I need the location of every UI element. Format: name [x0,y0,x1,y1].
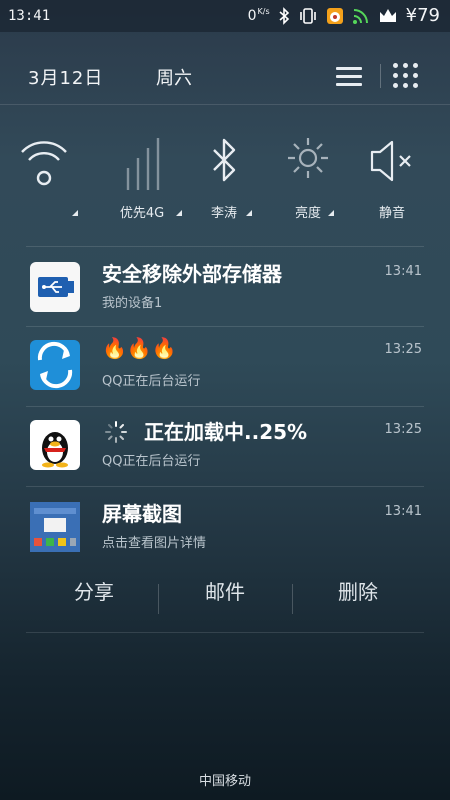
notification-title: 屏幕截图 [102,502,182,526]
notification-subtitle: QQ正在后台运行 [102,454,201,469]
notification-time: 13:25 [384,342,422,357]
grid-dot-icon [413,83,418,88]
signal-bars-icon [126,138,160,190]
quick-toggles: 优先4G 李涛 亮度 静音 [0,128,450,228]
header-row: 3月12日 周六 [0,50,450,102]
sync-app-icon [30,340,80,390]
share-button[interactable]: 分享 [34,576,154,605]
notification-separator [26,486,424,487]
corner-indicator-icon [328,210,334,216]
corner-indicator-icon [72,210,78,216]
crown-icon [379,8,396,22]
bluetooth-status-icon [279,6,289,25]
alarm-app-icon [326,7,343,24]
notification-title: 🔥🔥🔥 [102,336,177,360]
grid-dot-icon [393,73,398,78]
qq-penguin-icon [30,420,80,470]
weekday-label: 周六 [156,68,192,89]
vibrate-icon [299,7,316,24]
grid-dot-icon [393,63,398,68]
notification-usb[interactable]: 安全移除外部存储器 我的设备1 13:41 [0,248,450,326]
brightness-icon [288,138,328,178]
wifi-status-icon [352,8,368,24]
toggles-separator [26,246,424,247]
header-separator [0,104,450,105]
grid-dot-icon [403,83,408,88]
notification-screenshot[interactable]: 屏幕截图 点击查看图片详情 13:41 [0,488,450,566]
balance-text: ¥79 [405,5,440,26]
network-speed: 0 K/s [247,6,270,24]
wifi-icon [21,141,67,186]
toggle-label: 静音 [378,206,405,221]
grid-dot-icon [393,83,398,88]
action-divider [292,584,293,614]
notification-subtitle: QQ正在后台运行 [102,374,201,389]
grid-menu-button[interactable] [392,62,420,90]
carrier-label: 中国移动 [198,774,251,789]
bluetooth-icon [213,138,236,182]
mute-icon [370,140,411,182]
toggle-label: 优先4G [119,206,165,221]
grid-dot-icon [403,63,408,68]
toggle-brightness[interactable]: 亮度 [266,128,350,228]
notification-time: 13:25 [384,422,422,437]
network-speed-unit: K/s [257,6,270,16]
corner-indicator-icon [246,210,252,216]
screenshot-actions: 分享 邮件 删除 [0,566,450,626]
list-menu-button[interactable] [334,62,364,90]
usb-icon [30,262,80,312]
toggle-mobile-data[interactable]: 优先4G [100,128,184,228]
actions-separator [26,632,424,633]
action-divider [158,584,159,614]
mail-button[interactable]: 邮件 [165,576,285,605]
menu-line-icon [336,75,362,78]
notification-qq-loading[interactable]: 正在加载中..25% QQ正在后台运行 13:25 [0,406,450,484]
toggle-mute[interactable]: 静音 [350,128,434,228]
menu-line-icon [336,67,362,70]
grid-dot-icon [413,73,418,78]
screenshot-thumbnail-icon [30,502,80,552]
toggle-bluetooth[interactable]: 李涛 [182,128,266,228]
menu-line-icon [336,83,362,86]
grid-dot-icon [413,63,418,68]
grid-dot-icon [403,73,408,78]
date-label: 3月12日 [28,68,104,89]
delete-button[interactable]: 删除 [298,576,418,605]
notification-time: 13:41 [384,504,422,519]
status-icons: 0 K/s ¥79 [248,5,440,26]
notification-title: 正在加载中..25% [144,420,308,444]
network-speed-value: 0 [247,7,257,24]
notification-time: 13:41 [384,264,422,279]
status-bar: 13:41 0 K/s ¥79 [0,0,450,32]
notification-title: 安全移除外部存储器 [102,262,282,286]
status-time: 13:41 [8,8,51,24]
toggle-label: 李涛 [210,206,237,221]
header-divider [380,64,381,88]
toggle-label: 亮度 [294,206,321,221]
notification-sync[interactable]: 🔥🔥🔥 QQ正在后台运行 13:25 [0,326,450,404]
notification-subtitle: 点击查看图片详情 [102,536,207,551]
loading-spinner-icon [105,421,127,443]
notification-subtitle: 我的设备1 [102,296,163,311]
toggle-wifi[interactable] [2,128,86,228]
